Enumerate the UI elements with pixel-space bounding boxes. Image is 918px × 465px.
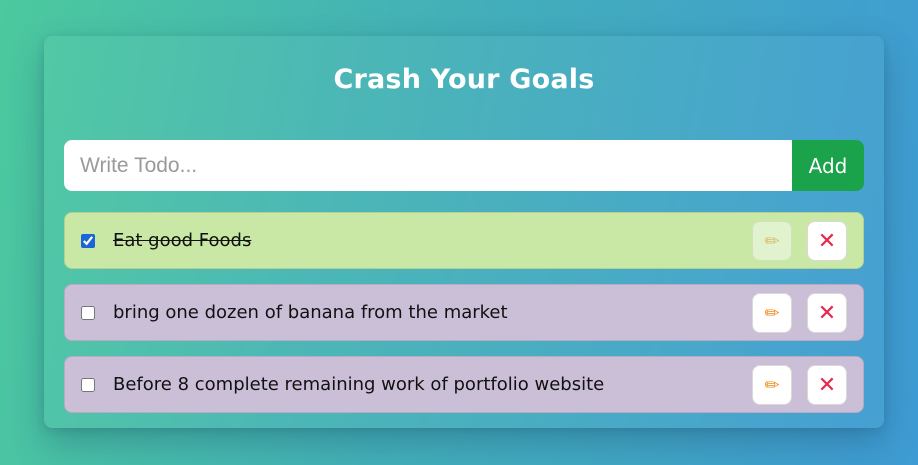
todo-list: Eat good Foods ✏ ✕ bring one dozen of ba… xyxy=(64,212,864,428)
close-icon: ✕ xyxy=(817,372,837,398)
list-item: Eat good Foods ✏ ✕ xyxy=(64,212,864,269)
pencil-icon: ✏ xyxy=(764,230,780,252)
close-icon: ✕ xyxy=(817,300,837,326)
todo-text: Eat good Foods xyxy=(113,230,252,251)
pencil-icon: ✏ xyxy=(764,374,780,396)
todo-card: Crash Your Goals Add Eat good Foods ✏ ✕ … xyxy=(44,36,884,428)
todo-actions: ✏ ✕ xyxy=(752,293,847,333)
close-icon: ✕ xyxy=(817,228,837,254)
todo-text: Before 8 complete remaining work of port… xyxy=(113,374,605,395)
todo-actions: ✏ ✕ xyxy=(752,221,847,261)
page-title: Crash Your Goals xyxy=(333,64,595,95)
edit-button[interactable]: ✏ xyxy=(752,365,792,405)
todo-checkbox[interactable] xyxy=(81,377,95,392)
todo-checkbox[interactable] xyxy=(81,305,95,320)
list-item: bring one dozen of banana from the marke… xyxy=(64,284,864,341)
todo-text: bring one dozen of banana from the marke… xyxy=(113,302,508,323)
todo-actions: ✏ ✕ xyxy=(752,365,847,405)
list-item: Before 8 complete remaining work of port… xyxy=(64,356,864,413)
edit-button[interactable]: ✏ xyxy=(752,293,792,333)
delete-button[interactable]: ✕ xyxy=(807,293,847,333)
edit-button[interactable]: ✏ xyxy=(752,221,792,261)
todo-form: Add xyxy=(64,140,864,191)
todo-input[interactable] xyxy=(64,140,792,191)
delete-button[interactable]: ✕ xyxy=(807,365,847,405)
add-button[interactable]: Add xyxy=(792,140,864,191)
delete-button[interactable]: ✕ xyxy=(807,221,847,261)
todo-checkbox[interactable] xyxy=(81,233,95,248)
pencil-icon: ✏ xyxy=(764,302,780,324)
